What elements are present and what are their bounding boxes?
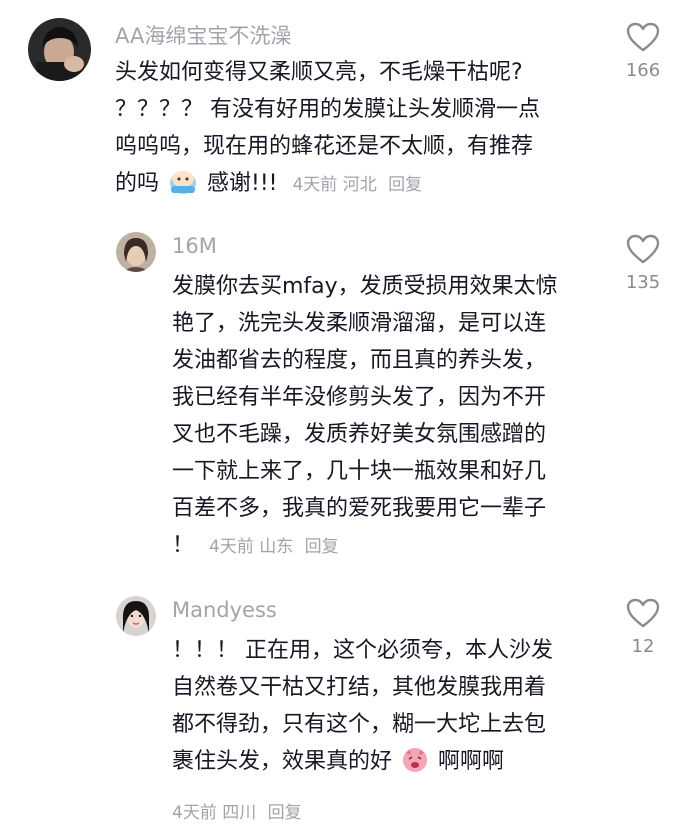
reply-button[interactable]: 回复 bbox=[388, 175, 422, 195]
comment-line: 百差不多，我真的爱死我要用它一辈子 bbox=[172, 496, 547, 521]
username[interactable]: AA海绵宝宝不洗澡 bbox=[115, 26, 291, 47]
like-button[interactable]: 166 bbox=[613, 22, 673, 81]
timestamp: 4天前 bbox=[172, 803, 217, 823]
like-button[interactable]: 135 bbox=[613, 234, 673, 293]
heart-icon[interactable] bbox=[626, 234, 660, 264]
comment-line-last: ！ 4天前 山东 回复 bbox=[172, 527, 602, 564]
comment-line: 艳了，洗完头发柔顺滑溜溜，是可以连 bbox=[172, 311, 547, 336]
username[interactable]: Mandyess bbox=[172, 600, 277, 621]
comment-line-text: 裹住头发，效果真的好 bbox=[172, 749, 393, 774]
comment-text: 发膜你去买mfay，发质受损用效果太惊 艳了，洗完头发柔顺滑溜溜，是可以连 发油… bbox=[172, 268, 602, 564]
comment-text: ！！！ 正在用，这个必须夸，本人沙发 自然卷又干枯又打结，其他发膜我用着 都不得… bbox=[172, 632, 602, 780]
comment-line: 呜呜呜，现在用的蜂花还是不太顺，有推荐 bbox=[115, 134, 534, 159]
shy-face-emoji-icon bbox=[168, 169, 198, 207]
username[interactable]: 16M bbox=[172, 236, 217, 257]
comment-line: 头发如何变得又柔顺又亮，不毛燥干枯呢? bbox=[115, 60, 523, 85]
comment-line-last: 裹住头发，效果真的好 啊啊啊 bbox=[172, 743, 602, 780]
comment-line-last: 的吗 感谢!!! 4天前 河北 回复 bbox=[115, 165, 575, 202]
heart-icon[interactable] bbox=[626, 22, 660, 52]
comment-meta: 4天前 山东 回复 bbox=[209, 537, 339, 557]
avatar[interactable] bbox=[28, 18, 91, 81]
location: 山东 bbox=[259, 537, 294, 557]
like-count: 166 bbox=[625, 60, 661, 81]
reply-button[interactable]: 回复 bbox=[268, 803, 302, 823]
like-count: 12 bbox=[631, 636, 655, 657]
comment-line: 自然卷又干枯又打结，其他发膜我用着 bbox=[172, 675, 547, 700]
comment-text-suffix: 啊啊啊 bbox=[438, 749, 505, 774]
like-count: 135 bbox=[625, 272, 661, 293]
comment-text-suffix: 感谢!!! bbox=[207, 171, 278, 196]
comment-line-text: 的吗 bbox=[115, 171, 160, 196]
comment-item: AA海绵宝宝不洗澡 头发如何变得又柔顺又亮，不毛燥干枯呢? ？？？？ 有没有好用… bbox=[0, 0, 690, 222]
heart-icon[interactable] bbox=[626, 598, 660, 628]
comment-line: ！！！ 正在用，这个必须夸，本人沙发 bbox=[172, 638, 553, 663]
location: 四川 bbox=[222, 803, 257, 823]
comment-line: 叉也不毛躁，发质养好美女氛围感蹭的 bbox=[172, 422, 547, 447]
timestamp: 4天前 bbox=[209, 537, 254, 557]
comment-item: 16M 发膜你去买mfay，发质受损用效果太惊 艳了，洗完头发柔顺滑溜溜，是可以… bbox=[0, 222, 690, 586]
comment-line-text: ！ bbox=[172, 533, 195, 558]
timestamp: 4天前 bbox=[292, 175, 338, 195]
comment-line: 发油都省去的程度，而且真的养头发， bbox=[172, 348, 547, 373]
like-button[interactable]: 12 bbox=[613, 598, 673, 657]
comment-line: 我已经有半年没修剪头发了，因为不开 bbox=[172, 385, 547, 410]
comment-line: 一下就上来了，几十块一瓶效果和好几 bbox=[172, 459, 547, 484]
location: 河北 bbox=[342, 175, 377, 195]
avatar[interactable] bbox=[116, 596, 156, 636]
comment-meta: 4天前 河北 回复 bbox=[292, 175, 422, 195]
reply-button[interactable]: 回复 bbox=[305, 537, 339, 557]
comment-item: Mandyess ！！！ 正在用，这个必须夸，本人沙发 自然卷又干枯又打结，其他… bbox=[0, 586, 690, 833]
comment-line: 发膜你去买mfay，发质受损用效果太惊 bbox=[172, 274, 558, 299]
comment-text: 头发如何变得又柔顺又亮，不毛燥干枯呢? ？？？？ 有没有好用的发膜让头发顺滑一点… bbox=[115, 54, 575, 202]
avatar[interactable] bbox=[116, 232, 156, 272]
comment-line: ？？？？ 有没有好用的发膜让头发顺滑一点 bbox=[115, 97, 540, 122]
excited-face-emoji-icon bbox=[401, 745, 429, 785]
comment-line: 都不得劲，只有这个，糊一大坨上去包 bbox=[172, 712, 547, 737]
comment-meta: 4天前 四川 回复 bbox=[172, 798, 302, 823]
